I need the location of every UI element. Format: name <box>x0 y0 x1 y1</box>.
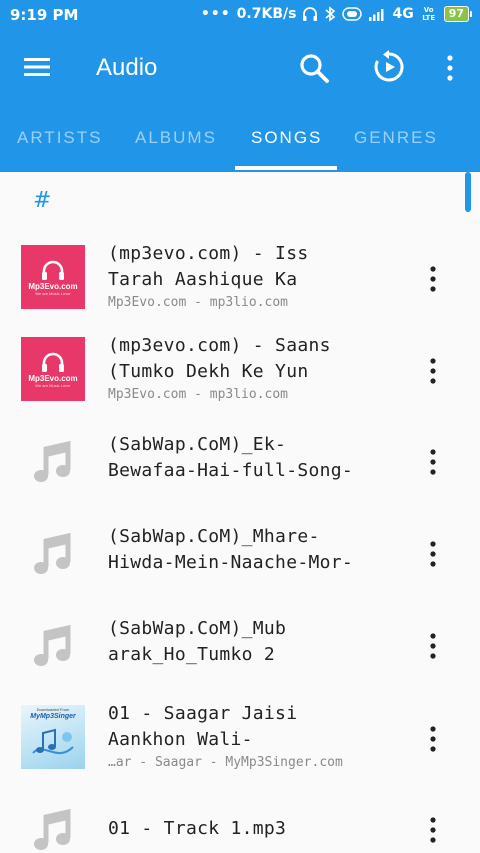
list-item[interactable]: (SabWap.CoM)_Mhare- Hiwda-Mein-Naache-Mo… <box>0 509 480 601</box>
battery-icon: 97 <box>443 6 472 22</box>
status-time: 9:19 PM <box>10 6 79 24</box>
song-title-line: Bewafaa-Hai-full-Song- <box>108 460 354 481</box>
album-art: Downloaded From MyMp3Singer <box>21 705 85 769</box>
network-type: 4G <box>392 6 414 22</box>
song-subtitle: Mp3Evo.com - mp3lio.com <box>108 387 289 402</box>
song-title-line: (mp3evo.com) - Iss <box>108 243 309 264</box>
song-title-line: (SabWap.CoM)_Ek- <box>108 434 287 455</box>
scrollbar[interactable] <box>465 172 471 212</box>
bluetooth-icon <box>325 6 336 22</box>
music-note-icon <box>34 809 71 850</box>
album-art: Mp3Evo.com We are Music Lover <box>21 337 85 401</box>
signal-icon <box>369 9 384 21</box>
headphones-icon <box>42 352 64 372</box>
more-vert-icon[interactable] <box>424 632 442 660</box>
album-art: Mp3Evo.com We are Music Lover <box>21 245 85 309</box>
music-note-icon <box>34 441 71 482</box>
music-notes-art <box>32 728 74 754</box>
song-title-line: (SabWap.CoM)_Mub <box>108 618 287 639</box>
headphones-icon <box>303 7 318 21</box>
section-header: # <box>33 188 52 213</box>
more-options-button[interactable] <box>440 52 460 84</box>
list-item[interactable]: Downloaded From MyMp3Singer 01 - Saagar … <box>0 693 480 785</box>
more-vert-icon[interactable] <box>424 725 442 753</box>
song-title-line: Tarah Aashique Ka <box>108 269 298 290</box>
music-note-icon <box>34 625 71 666</box>
shuffle-icon <box>374 50 404 82</box>
tab-songs[interactable]: SONGS <box>251 128 322 148</box>
headphones-icon <box>42 260 64 280</box>
battery-level: 97 <box>443 6 469 22</box>
song-title-line: (mp3evo.com) - Saans <box>108 335 331 356</box>
song-list[interactable]: # Mp3Evo.com We are Music Lover (mp3evo.… <box>0 172 480 853</box>
app-bar: Audio <box>0 32 480 104</box>
song-title-line: 01 - Track 1.mp3 <box>108 818 287 839</box>
active-tab-indicator <box>235 166 337 170</box>
network-speed: 0.7KB/s <box>236 6 297 22</box>
song-title-line: (Tumko Dekh Ke Yun <box>108 361 309 382</box>
song-subtitle: Mp3Evo.com - mp3lio.com <box>108 295 289 310</box>
song-title-line: arak_Ho_Tumko 2 <box>108 644 276 665</box>
tab-albums[interactable]: ALBUMS <box>135 128 217 148</box>
data-toggle-icon <box>342 7 363 21</box>
list-item[interactable]: Mp3Evo.com We are Music Lover (mp3evo.co… <box>0 325 480 417</box>
list-item[interactable]: (SabWap.CoM)_Ek- Bewafaa-Hai-full-Song- <box>0 417 480 509</box>
menu-button[interactable] <box>24 54 50 80</box>
more-vert-icon[interactable] <box>424 540 442 568</box>
tab-artists[interactable]: ARTISTS <box>17 128 102 148</box>
more-vert-icon[interactable] <box>424 265 442 293</box>
volte-badge: Vo LTE <box>422 6 436 22</box>
more-vert-icon <box>447 55 453 81</box>
song-subtitle: …ar - Saagar - MyMp3Singer.com <box>108 755 343 770</box>
search-button[interactable] <box>298 52 330 84</box>
song-title-line: (SabWap.CoM)_Mhare- <box>108 526 320 547</box>
page-title: Audio <box>96 54 158 81</box>
music-note-icon <box>34 533 71 574</box>
more-vert-icon[interactable] <box>424 448 442 476</box>
song-title-line: 01 - Saagar Jaisi <box>108 703 298 724</box>
list-item[interactable]: Mp3Evo.com We are Music Lover (mp3evo.co… <box>0 233 480 325</box>
list-item[interactable]: 01 - Track 1.mp3 <box>0 785 480 853</box>
song-title-line: Hiwda-Mein-Naache-Mor- <box>108 552 354 573</box>
tab-genres[interactable]: GENRES <box>354 128 438 148</box>
more-dots-icon: ••• <box>200 6 231 22</box>
menu-icon <box>24 58 50 76</box>
tab-bar: ARTISTS ALBUMS SONGS GENRES <box>0 104 480 172</box>
status-bar: 9:19 PM ••• 0.7KB/s 4G Vo LTE 97 <box>0 0 480 32</box>
shuffle-all-button[interactable] <box>372 50 406 84</box>
song-title-line: Aankhon Wali- <box>108 729 253 750</box>
list-item[interactable]: (SabWap.CoM)_Mub arak_Ho_Tumko 2 <box>0 601 480 693</box>
more-vert-icon[interactable] <box>424 357 442 385</box>
status-icons: ••• 0.7KB/s 4G Vo LTE 97 <box>201 6 472 22</box>
search-icon <box>300 54 329 83</box>
more-vert-icon[interactable] <box>424 816 442 844</box>
